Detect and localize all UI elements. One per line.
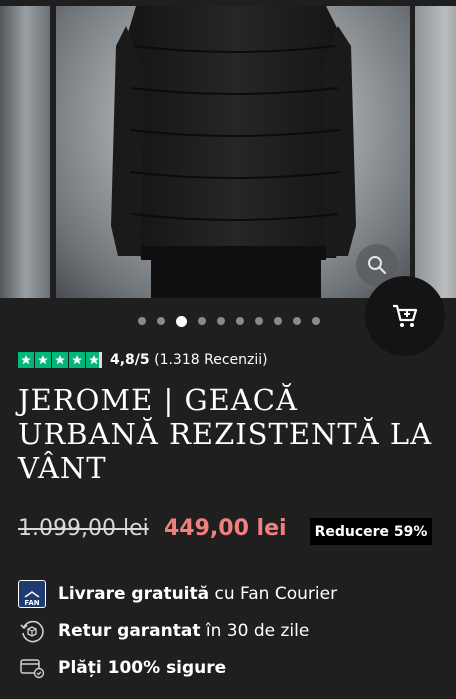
- product-rating[interactable]: 4,8/5 (1.318 Recenzii): [18, 352, 268, 368]
- discount-badge: Reducere 59%: [310, 518, 432, 545]
- benefit-text: Livrare gratuită cu Fan Courier: [58, 584, 338, 604]
- star-partial-icon: [86, 352, 102, 368]
- benefit-text: Retur garantat în 30 de zile: [58, 621, 310, 641]
- gallery-next-slide[interactable]: [415, 6, 456, 298]
- star-icon: [52, 352, 68, 368]
- gallery-dot[interactable]: [274, 317, 282, 325]
- gallery-dot[interactable]: [217, 317, 225, 325]
- gallery-pagination[interactable]: [138, 315, 320, 327]
- product-title: JEROME | GEACĂ URBANĂ REZISTENTĂ LA VÂNT: [18, 383, 433, 485]
- old-price: 1.099,00 lei: [18, 516, 149, 541]
- star-icon: [18, 352, 34, 368]
- star-icon: [35, 352, 51, 368]
- fan-courier-logo: FAN: [18, 580, 46, 608]
- gallery-dot[interactable]: [157, 317, 165, 325]
- gallery-dot-active[interactable]: [176, 315, 187, 327]
- magnifier-icon: [368, 256, 387, 275]
- jacket-image: [111, 6, 356, 298]
- benefit-guaranteed-return: Retur garantat în 30 de zile: [18, 613, 448, 649]
- gallery-dot[interactable]: [293, 317, 301, 325]
- rating-stars: [18, 352, 102, 368]
- gallery-dot[interactable]: [236, 317, 244, 325]
- benefit-secure-payment: Plăți 100% sigure: [18, 650, 448, 686]
- gallery-dot[interactable]: [312, 317, 320, 325]
- product-image[interactable]: [56, 6, 410, 298]
- gallery-prev-slide[interactable]: [0, 6, 50, 298]
- benefit-free-delivery: FAN Livrare gratuită cu Fan Courier: [18, 576, 448, 612]
- add-to-cart-button[interactable]: [365, 276, 445, 356]
- gallery-dot[interactable]: [255, 317, 263, 325]
- cart-add-icon: [393, 304, 418, 327]
- review-count: (1.318 Recenzii): [154, 352, 268, 368]
- return-box-icon: [18, 617, 46, 645]
- star-icon: [69, 352, 85, 368]
- benefits-list: FAN Livrare gratuită cu Fan Courier Retu…: [18, 576, 448, 687]
- gallery-dot[interactable]: [198, 317, 206, 325]
- benefit-text: Plăți 100% sigure: [58, 658, 227, 678]
- rating-summary[interactable]: 4,8/5 (1.318 Recenzii): [110, 352, 268, 368]
- current-price: 449,00 lei: [164, 516, 287, 541]
- gallery-dot[interactable]: [138, 317, 146, 325]
- rating-score: 4,8/5: [110, 352, 150, 368]
- secure-card-icon: [18, 654, 46, 682]
- fan-logo-text: FAN: [24, 599, 40, 607]
